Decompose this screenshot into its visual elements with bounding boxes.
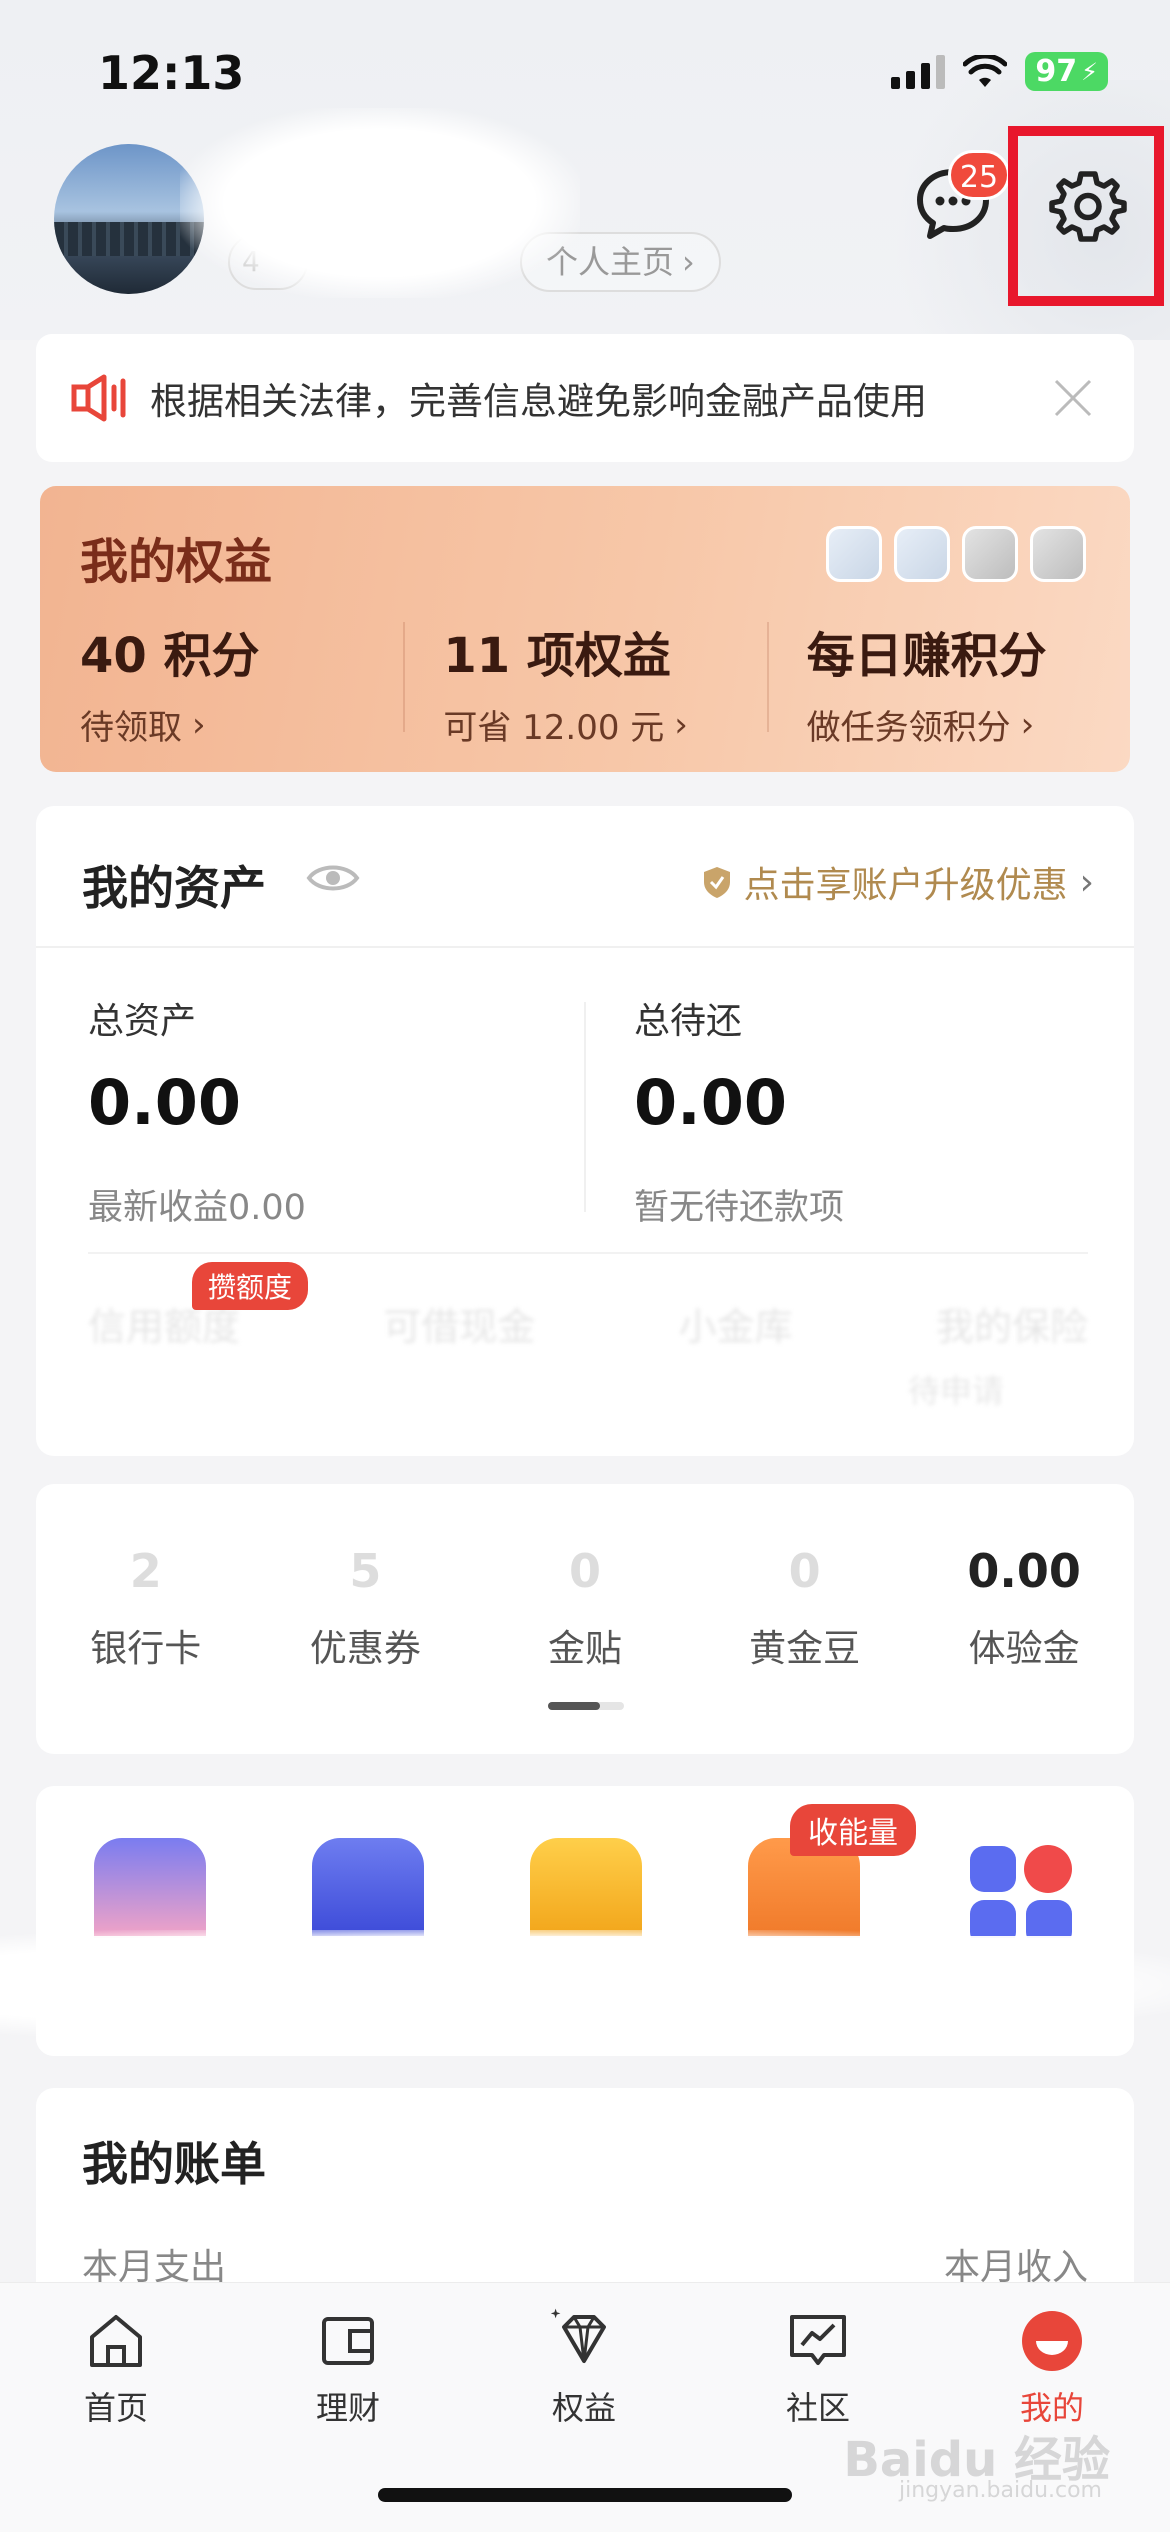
rights-daily-sub: 做任务领积分 — [806, 708, 1011, 748]
chevron-right-icon: › — [1020, 704, 1035, 745]
total-repay-label: 总待还 — [634, 1001, 743, 1042]
tab-home[interactable]: 首页 — [26, 2307, 206, 2429]
asset-shortcut-item[interactable]: 我的保险 — [936, 1296, 1088, 1351]
duck-app-icon[interactable] — [312, 1838, 424, 1938]
more-apps-icon[interactable] — [966, 1838, 1078, 1946]
assets-card: 我的资产 点击享账户升级优惠 › 总资产 0.00 最新收益0.00 总待还 0… — [36, 806, 1134, 1456]
tab-label: 权益 — [551, 2389, 616, 2427]
bills-title: 我的账单 — [82, 2137, 266, 2191]
home-indicator — [378, 2488, 792, 2502]
speaker-icon — [71, 374, 126, 422]
stat-value: 0 — [568, 1544, 601, 1598]
battery-level: 97 — [1035, 54, 1078, 89]
stat-value: 2 — [129, 1544, 162, 1598]
username-redacted — [180, 108, 580, 298]
tab-rights[interactable]: 权益 — [494, 2307, 674, 2429]
assets-title: 我的资产 — [82, 861, 266, 915]
stat-bank-card[interactable]: 2 银行卡 — [36, 1544, 256, 1672]
notice-banner[interactable]: 根据相关法律，完善信息避免影响金融产品使用 — [36, 334, 1134, 462]
rights-benefits-value: 11 项权益 — [443, 628, 671, 684]
eye-icon[interactable] — [306, 860, 360, 896]
tab-wealth[interactable]: 理财 — [258, 2307, 438, 2429]
tab-community[interactable]: 社区 — [728, 2307, 908, 2429]
rights-daily[interactable]: 每日赚积分 做任务领积分 › — [766, 616, 1130, 749]
asset-shortcut-sub: 待申请 — [907, 1372, 1004, 1410]
settings-highlight-box — [1008, 126, 1164, 306]
badge-icon — [826, 526, 882, 582]
tab-mine[interactable]: 我的 — [962, 2307, 1142, 2429]
upgrade-link[interactable]: 点击享账户升级优惠 › — [702, 856, 1094, 908]
status-icons: 97 ⚡ — [891, 52, 1108, 91]
tab-label: 首页 — [83, 2389, 148, 2427]
rights-benefits[interactable]: 11 项权益 可省 12.00 元 › — [403, 616, 766, 749]
total-assets[interactable]: 总资产 0.00 最新收益0.00 — [88, 992, 306, 1230]
wallet-icon — [322, 2317, 374, 2365]
charging-icon: ⚡ — [1081, 57, 1098, 86]
badge-icon — [894, 526, 950, 582]
rights-points-value: 40 积分 — [80, 628, 260, 684]
shield-icon — [703, 867, 730, 898]
stat-label: 体验金 — [968, 1627, 1080, 1670]
upgrade-label: 点击享账户升级优惠 — [743, 865, 1068, 906]
status-time: 12:13 — [98, 46, 245, 100]
stat-label: 黄金豆 — [749, 1627, 861, 1670]
stat-label: 优惠券 — [309, 1627, 421, 1670]
stat-label: 银行卡 — [90, 1627, 202, 1670]
chevron-right-icon: › — [682, 243, 695, 281]
chart-icon — [790, 2315, 846, 2365]
stats-card: 2 银行卡 5 优惠券 0 金贴 0 黄金豆 0.00 体验金 — [36, 1484, 1134, 1754]
total-assets-label: 总资产 — [88, 1001, 197, 1042]
badge-icon — [1030, 526, 1086, 582]
pig-app-icon[interactable] — [94, 1838, 206, 1938]
stat-gold-subsidy[interactable]: 0 金贴 — [475, 1544, 695, 1672]
stat-coupon[interactable]: 5 优惠券 — [256, 1544, 476, 1672]
stat-trial-fund[interactable]: 0.00 体验金 — [914, 1544, 1134, 1672]
stat-value: 5 — [349, 1544, 382, 1598]
total-assets-value: 0.00 — [88, 1066, 241, 1139]
notice-text: 根据相关法律，完善信息避免影响金融产品使用 — [150, 380, 927, 423]
stat-gold-beans[interactable]: 0 黄金豆 — [695, 1544, 915, 1672]
watermark-url: jingyan.baidu.com — [898, 2478, 1102, 2503]
stat-label: 金贴 — [547, 1627, 622, 1670]
rights-daily-value: 每日赚积分 — [806, 628, 1047, 684]
battery-indicator: 97 ⚡ — [1025, 52, 1108, 91]
rights-points[interactable]: 40 积分 待领取 › — [40, 616, 403, 749]
tab-label: 理财 — [315, 2389, 380, 2427]
chevron-right-icon: › — [674, 704, 688, 745]
stat-value: 0 — [788, 1544, 821, 1598]
badge-icon — [962, 526, 1018, 582]
page-indicator — [548, 1702, 624, 1710]
rights-points-sub: 待领取 — [80, 708, 182, 748]
signal-icon — [891, 54, 946, 89]
total-repay-value: 0.00 — [634, 1066, 787, 1139]
home-icon — [90, 2315, 142, 2367]
rights-title: 我的权益 — [80, 534, 273, 590]
credit-tag: 攒额度 — [192, 1262, 309, 1310]
rights-benefits-sub: 可省 12.00 元 — [443, 708, 665, 748]
total-repay[interactable]: 总待还 0.00 暂无待还款项 — [634, 992, 844, 1230]
rights-card[interactable]: 我的权益 40 积分 待领取 › 11 项权益 可省 12.00 元 › 每日赚积分… — [40, 486, 1130, 772]
stat-value: 0.00 — [967, 1544, 1081, 1598]
message-count-badge: 25 — [948, 150, 1010, 200]
energy-tag: 收能量 — [790, 1804, 916, 1856]
diamond-icon — [550, 2308, 606, 2363]
chevron-right-icon: › — [1079, 861, 1094, 903]
chevron-right-icon: › — [192, 704, 206, 745]
wifi-icon — [963, 54, 1008, 87]
asset-shortcut-item[interactable]: 可借现金 — [383, 1296, 535, 1351]
profile-icon — [1022, 2311, 1082, 2371]
close-icon[interactable] — [1050, 375, 1096, 421]
redacted-area — [0, 1930, 1170, 2040]
rights-badges — [826, 526, 1086, 582]
coin-app-icon[interactable] — [530, 1838, 642, 1938]
total-repay-sub: 暂无待还款项 — [634, 1188, 845, 1228]
asset-shortcut-item[interactable]: 小金库 — [679, 1296, 793, 1351]
total-assets-sub: 最新收益0.00 — [88, 1188, 306, 1228]
